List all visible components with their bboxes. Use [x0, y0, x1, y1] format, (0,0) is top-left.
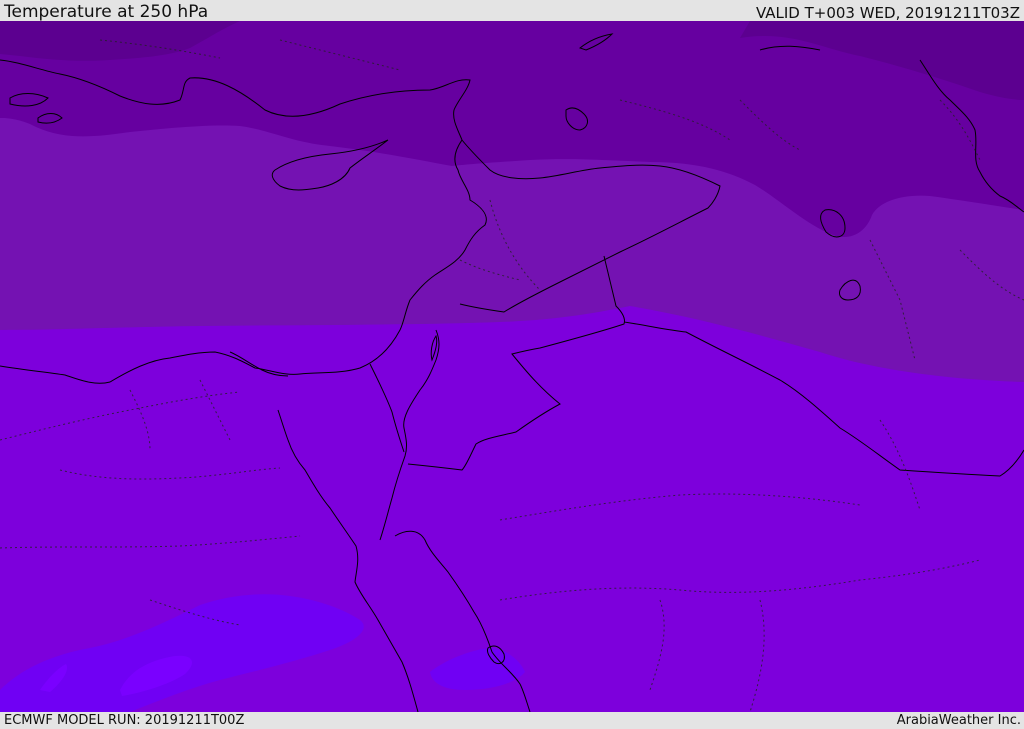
weather-map[interactable]: [0, 21, 1024, 712]
footer-bar: ECMWF MODEL RUN: 20191211T00Z ArabiaWeat…: [0, 712, 1024, 729]
valid-time-label: VALID T+003 WED, 20191211T03Z: [755, 4, 1020, 22]
model-run-label: ECMWF MODEL RUN: 20191211T00Z: [4, 713, 245, 728]
header-bar: Temperature at 250 hPa VALID T+003 WED, …: [0, 0, 1024, 21]
credit-label: ArabiaWeather Inc.: [896, 713, 1021, 728]
map-title: Temperature at 250 hPa: [4, 2, 209, 22]
